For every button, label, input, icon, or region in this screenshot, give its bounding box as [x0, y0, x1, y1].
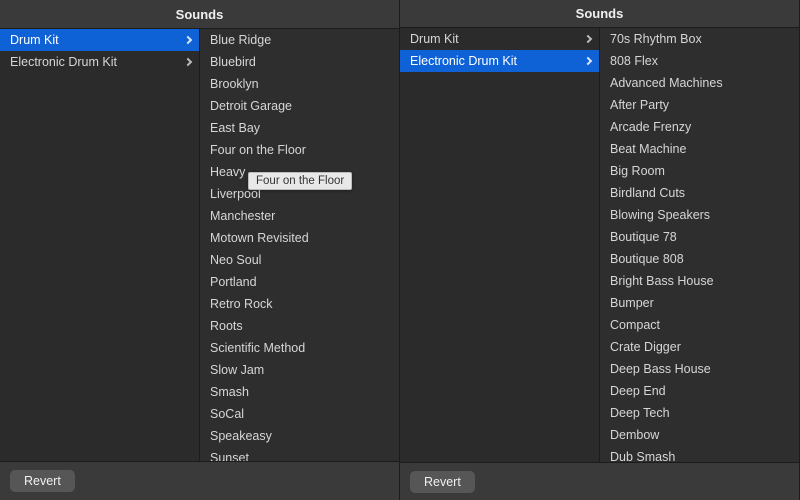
sound-item[interactable]: Roots	[200, 315, 399, 337]
sound-item[interactable]: Boutique 808	[600, 248, 799, 270]
panel-header: Sounds	[0, 0, 399, 29]
sound-item[interactable]: Four on the Floor	[200, 139, 399, 161]
sound-item[interactable]: Neo Soul	[200, 249, 399, 271]
sound-item[interactable]: Crate Digger	[600, 336, 799, 358]
sound-column: Blue RidgeBluebirdBrooklynDetroit Garage…	[200, 29, 399, 460]
sound-item[interactable]: Deep Tech	[600, 402, 799, 424]
category-label: Electronic Drum Kit	[10, 55, 117, 69]
columns: Drum Kit Electronic Drum Kit Blue RidgeBl…	[0, 29, 399, 460]
panel-title: Sounds	[176, 7, 224, 22]
panel-footer: Revert	[0, 461, 399, 500]
category-label: Electronic Drum Kit	[410, 54, 517, 68]
sounds-panel-right: Sounds Drum Kit Electronic Drum Kit 70s R…	[400, 0, 800, 500]
revert-button[interactable]: Revert	[410, 471, 475, 493]
columns: Drum Kit Electronic Drum Kit 70s Rhythm B…	[400, 28, 799, 462]
sound-item[interactable]: Big Room	[600, 160, 799, 182]
sound-item[interactable]: 808 Flex	[600, 50, 799, 72]
sound-item[interactable]: Liverpool	[200, 183, 399, 205]
sound-item[interactable]: Blowing Speakers	[600, 204, 799, 226]
revert-button[interactable]: Revert	[10, 470, 75, 492]
sounds-panel-left: Sounds Drum Kit Electronic Drum Kit Blue …	[0, 0, 400, 500]
sound-item[interactable]: Compact	[600, 314, 799, 336]
sound-column: 70s Rhythm Box808 FlexAdvanced MachinesA…	[600, 28, 799, 462]
sound-item[interactable]: Detroit Garage	[200, 95, 399, 117]
sound-item[interactable]: Advanced Machines	[600, 72, 799, 94]
sound-item[interactable]: After Party	[600, 94, 799, 116]
sound-item[interactable]: Birdland Cuts	[600, 182, 799, 204]
sound-item[interactable]: Boutique 78	[600, 226, 799, 248]
category-label: Drum Kit	[410, 32, 459, 46]
sound-item[interactable]: Bluebird	[200, 51, 399, 73]
chevron-right-icon	[584, 57, 592, 65]
sound-item[interactable]: 70s Rhythm Box	[600, 28, 799, 50]
sound-item[interactable]: Sunset	[200, 447, 399, 460]
panel-footer: Revert	[400, 462, 799, 500]
sound-item[interactable]: Motown Revisited	[200, 227, 399, 249]
category-column: Drum Kit Electronic Drum Kit	[0, 29, 200, 460]
sound-item[interactable]: Scientific Method	[200, 337, 399, 359]
sound-item[interactable]: Deep End	[600, 380, 799, 402]
chevron-right-icon	[184, 36, 192, 44]
sound-item[interactable]: East Bay	[200, 117, 399, 139]
category-item[interactable]: Electronic Drum Kit	[400, 50, 599, 72]
panel-title: Sounds	[576, 6, 624, 21]
sound-item[interactable]: Bumper	[600, 292, 799, 314]
category-label: Drum Kit	[10, 33, 59, 47]
sound-item[interactable]: SoCal	[200, 403, 399, 425]
sound-item[interactable]: Bright Bass House	[600, 270, 799, 292]
chevron-right-icon	[184, 58, 192, 66]
panel-header: Sounds	[400, 0, 799, 28]
sound-item[interactable]: Brooklyn	[200, 73, 399, 95]
sound-item[interactable]: Heavy	[200, 161, 399, 183]
sound-item[interactable]: Beat Machine	[600, 138, 799, 160]
sound-item[interactable]: Retro Rock	[200, 293, 399, 315]
sound-item[interactable]: Deep Bass House	[600, 358, 799, 380]
sound-item[interactable]: Manchester	[200, 205, 399, 227]
sound-item[interactable]: Smash	[200, 381, 399, 403]
sound-item[interactable]: Portland	[200, 271, 399, 293]
sound-item[interactable]: Blue Ridge	[200, 29, 399, 51]
category-column: Drum Kit Electronic Drum Kit	[400, 28, 600, 462]
sound-item[interactable]: Dub Smash	[600, 446, 799, 462]
sound-item[interactable]: Arcade Frenzy	[600, 116, 799, 138]
chevron-right-icon	[584, 35, 592, 43]
sound-item[interactable]: Slow Jam	[200, 359, 399, 381]
category-item[interactable]: Drum Kit	[0, 29, 199, 51]
category-item[interactable]: Drum Kit	[400, 28, 599, 50]
category-item[interactable]: Electronic Drum Kit	[0, 51, 199, 73]
sound-item[interactable]: Dembow	[600, 424, 799, 446]
sound-item[interactable]: Speakeasy	[200, 425, 399, 447]
